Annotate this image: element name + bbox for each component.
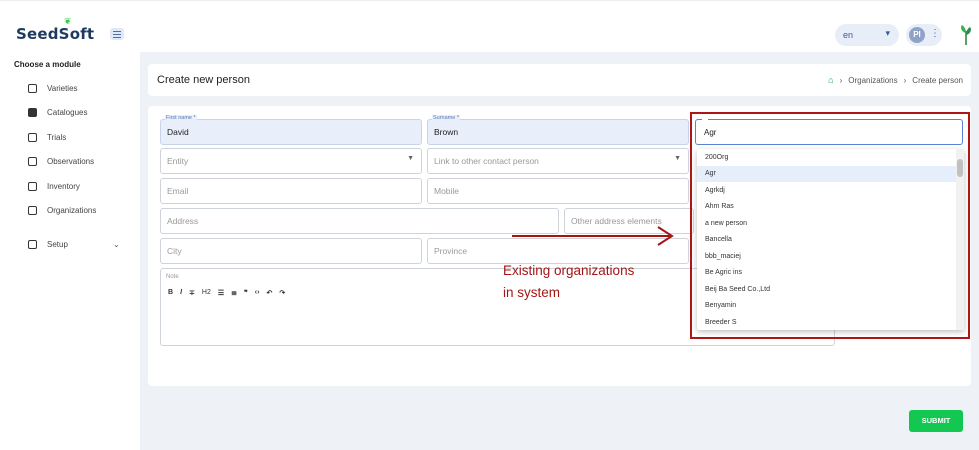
breadcrumb-separator-icon: › bbox=[903, 75, 907, 85]
submit-button[interactable]: SUBMIT bbox=[909, 410, 963, 432]
menu-toggle-button[interactable] bbox=[110, 28, 124, 40]
surname-label: Surname * bbox=[432, 115, 460, 122]
email-placeholder: Email bbox=[167, 186, 189, 196]
mobile-field[interactable]: Mobile bbox=[427, 178, 689, 204]
user-menu[interactable]: PI ⋮ bbox=[906, 24, 942, 46]
dropdown-arrow-icon: ▼ bbox=[674, 155, 681, 162]
sidebar-item-label: Varieties bbox=[47, 83, 78, 93]
redo-icon[interactable]: ↷ bbox=[279, 289, 285, 297]
sidebar-item-organizations[interactable]: Organizations bbox=[28, 203, 96, 217]
top-bar: SeedSoft ❦ en ▾ PI ⋮ bbox=[0, 0, 979, 52]
heading-icon[interactable]: H2 bbox=[202, 289, 211, 297]
page-title: Create new person bbox=[157, 74, 250, 86]
organizations-icon bbox=[28, 205, 37, 215]
chevron-down-icon[interactable]: ⌄ bbox=[113, 240, 120, 249]
link-contact-select[interactable]: Link to other contact person ▼ bbox=[427, 148, 689, 174]
city-placeholder: City bbox=[167, 246, 182, 256]
surname-value: Brown bbox=[434, 127, 459, 137]
annotation-line-1: Existing organizations bbox=[503, 263, 635, 278]
varieties-icon bbox=[28, 83, 37, 93]
more-icon[interactable]: ⋮ bbox=[930, 28, 940, 39]
brand-name: SeedSoft bbox=[16, 25, 95, 43]
inventory-icon bbox=[28, 181, 37, 191]
address-placeholder: Address bbox=[167, 216, 199, 226]
first-name-label: First name * bbox=[165, 115, 197, 122]
sidebar: Choose a module Varieties Catalogues Tri… bbox=[0, 52, 140, 450]
quote-icon[interactable]: ❞ bbox=[244, 289, 248, 297]
page-header: Create new person ⌂ › Organizations › Cr… bbox=[148, 64, 971, 96]
chevron-down-icon: ▾ bbox=[885, 28, 890, 38]
note-toolbar: B I ∓ H2 ☰ ≣ ❞ ‹› ↶ ↷ bbox=[168, 289, 285, 297]
first-name-value: David bbox=[167, 127, 189, 137]
sidebar-item-varieties[interactable]: Varieties bbox=[28, 81, 78, 95]
sidebar-item-trials[interactable]: Trials bbox=[28, 130, 66, 144]
surname-field[interactable]: Surname * Brown bbox=[427, 115, 689, 145]
link-contact-placeholder: Link to other contact person bbox=[434, 156, 539, 166]
breadcrumb: ⌂ › Organizations › Create person bbox=[828, 75, 963, 85]
setup-icon bbox=[28, 239, 37, 249]
trials-icon bbox=[28, 132, 37, 142]
sidebar-item-label: Observations bbox=[47, 156, 95, 166]
address-field[interactable]: Address bbox=[160, 208, 559, 234]
bullet-list-icon[interactable]: ☰ bbox=[218, 289, 224, 297]
highlight-box bbox=[690, 112, 970, 339]
sidebar-item-label: Inventory bbox=[47, 181, 80, 191]
sidebar-item-setup[interactable]: Setup bbox=[28, 237, 68, 251]
sidebar-item-label: Organizations bbox=[47, 205, 97, 215]
undo-icon[interactable]: ↶ bbox=[266, 289, 272, 297]
breadcrumb-organizations[interactable]: Organizations bbox=[848, 76, 897, 85]
email-field[interactable]: Email bbox=[160, 178, 422, 204]
bold-icon[interactable]: B bbox=[168, 289, 173, 297]
sprout-icon: ❦ bbox=[64, 17, 72, 27]
strikethrough-icon[interactable]: ∓ bbox=[189, 289, 195, 297]
sidebar-item-label: Trials bbox=[47, 132, 67, 142]
sidebar-item-label: Setup bbox=[47, 239, 68, 249]
observations-icon bbox=[28, 156, 37, 166]
numbered-list-icon[interactable]: ≣ bbox=[231, 289, 237, 297]
language-value: en bbox=[843, 30, 854, 40]
breadcrumb-separator-icon: › bbox=[839, 75, 843, 85]
entity-select[interactable]: Entity ▼ bbox=[160, 148, 422, 174]
mobile-placeholder: Mobile bbox=[434, 186, 460, 196]
sidebar-item-catalogues[interactable]: Catalogues bbox=[28, 105, 87, 119]
first-name-field[interactable]: First name * David bbox=[160, 115, 422, 145]
seedsoft-logo[interactable]: SeedSoft ❦ bbox=[16, 17, 95, 43]
city-field[interactable]: City bbox=[160, 238, 422, 264]
avatar: PI bbox=[909, 27, 925, 43]
annotation-arrow-icon bbox=[512, 226, 674, 246]
catalogues-icon bbox=[28, 107, 37, 117]
province-placeholder: Province bbox=[434, 246, 468, 256]
sidebar-item-label: Catalogues bbox=[47, 107, 88, 117]
annotation-line-2: in system bbox=[503, 285, 561, 300]
annotation-text: Existing organizations in system bbox=[503, 260, 678, 304]
code-icon[interactable]: ‹› bbox=[255, 289, 260, 297]
entity-placeholder: Entity bbox=[167, 156, 189, 166]
home-icon[interactable]: ⌂ bbox=[828, 75, 833, 85]
language-select[interactable]: en ▾ bbox=[835, 24, 899, 46]
plant-icon bbox=[961, 25, 971, 45]
note-label: Note bbox=[166, 274, 179, 280]
breadcrumb-current: Create person bbox=[912, 75, 963, 85]
italic-icon[interactable]: I bbox=[180, 289, 182, 297]
dropdown-arrow-icon: ▼ bbox=[407, 155, 414, 162]
sidebar-item-inventory[interactable]: Inventory bbox=[28, 179, 80, 193]
sidebar-item-observations[interactable]: Observations bbox=[28, 154, 94, 168]
sidebar-title: Choose a module bbox=[14, 60, 81, 69]
